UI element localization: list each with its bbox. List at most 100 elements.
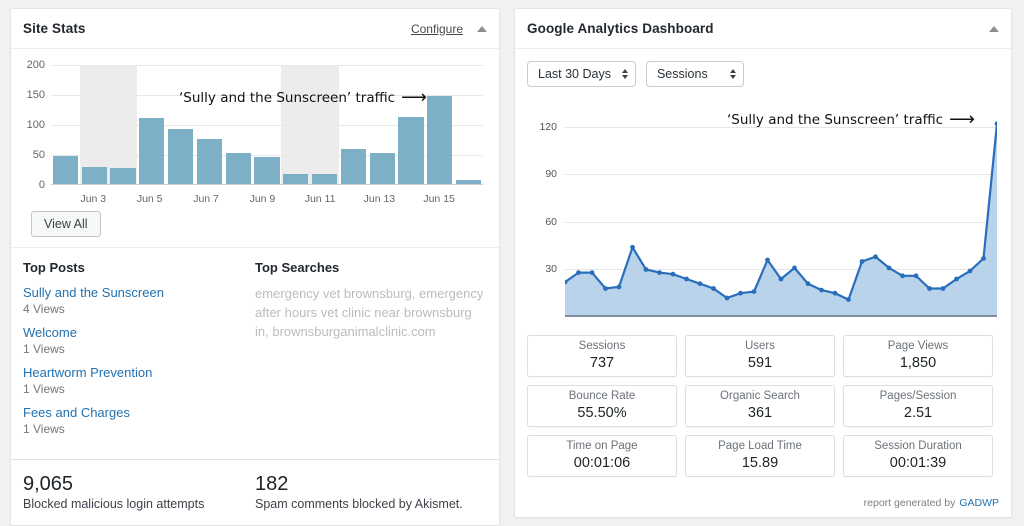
stepper-icon xyxy=(729,69,736,79)
data-point xyxy=(765,257,770,263)
gridline-0: 0 xyxy=(39,179,483,191)
data-point xyxy=(873,254,878,260)
metric-tile-value: 1,850 xyxy=(899,354,937,371)
top-posts-section: Top Posts Sully and the Sunscreen 4 Views… xyxy=(23,260,255,445)
top-post-link[interactable]: Fees and Charges xyxy=(23,405,255,420)
line-chart-plot-area: 120 90 60 30 xyxy=(539,111,997,317)
x-tick-label: Jun 15 xyxy=(423,193,455,205)
bar xyxy=(369,152,395,185)
top-posts-list: Sully and the Sunscreen 4 Views Welcome 1 V… xyxy=(23,285,255,436)
chevron-up-icon[interactable] xyxy=(989,25,999,32)
bar-slot xyxy=(51,65,80,185)
top-post-link[interactable]: Welcome xyxy=(23,325,255,340)
bar xyxy=(81,167,107,185)
y-tick-90: 90 xyxy=(545,168,557,181)
blocked-stats-row: 9,065 Blocked malicious login attempts 1… xyxy=(11,459,499,525)
top-post-link[interactable]: Heartworm Prevention xyxy=(23,365,255,380)
chevron-down-icon xyxy=(729,75,736,79)
dashboard-page: Site Stats Configure 200 150 100 50 0 Ju… xyxy=(0,0,1024,526)
metric-tile: Bounce Rate 55.50% xyxy=(527,385,677,427)
metric-tile-label: Page Views xyxy=(887,339,949,352)
bar xyxy=(398,117,424,185)
data-point xyxy=(913,273,919,279)
data-point xyxy=(643,267,649,272)
y-tick-60: 60 xyxy=(545,215,557,228)
metric-tile-value: 55.50% xyxy=(577,404,627,421)
metric-tile-label: Time on Page xyxy=(566,439,638,452)
bar-chart-x-axis xyxy=(51,184,483,185)
bar-chart-annotation-text: ‘Sully and the Sunscreen’ traffic xyxy=(179,90,396,106)
metric-tile: Sessions 737 xyxy=(527,335,677,377)
top-post-link[interactable]: Sully and the Sunscreen xyxy=(23,285,255,300)
data-point xyxy=(859,259,865,264)
data-point xyxy=(778,276,784,282)
data-point xyxy=(724,295,730,301)
metric-tile-label: Users xyxy=(744,339,776,352)
bar-slot xyxy=(137,65,166,185)
data-point xyxy=(589,270,595,275)
view-all-button[interactable]: View All xyxy=(31,211,101,237)
data-point xyxy=(940,286,946,291)
line-chart-annotation-text: ‘Sully and the Sunscreen’ traffic xyxy=(727,112,944,128)
data-point xyxy=(954,276,959,282)
data-point xyxy=(792,265,797,271)
blocked-logins-label: Blocked malicious login attempts xyxy=(23,497,205,511)
metric-tile: Time on Page 00:01:06 xyxy=(527,435,677,477)
top-post-views: 1 Views xyxy=(23,342,65,356)
x-tick-label: Jun 5 xyxy=(136,193,163,205)
arrow-right-icon: ⟶ xyxy=(949,109,975,130)
top-searches-section: Top Searches emergency vet brownsburg, e… xyxy=(255,260,487,445)
top-posts-title: Top Posts xyxy=(23,260,85,275)
line-chart-x-axis xyxy=(565,315,997,317)
data-point xyxy=(657,270,662,275)
sessions-line-chart: 120 90 60 30 ‘Sully and the Sunscreen’ t… xyxy=(527,101,999,323)
metric-tile-label: Session Duration xyxy=(874,439,962,452)
data-point xyxy=(738,290,743,296)
date-range-select[interactable]: Last 30 Days xyxy=(527,61,636,87)
site-stats-header: Site Stats Configure xyxy=(11,9,499,49)
top-searches-text: emergency vet brownsburg, emergency afte… xyxy=(255,286,484,339)
bar xyxy=(196,138,223,185)
google-analytics-body: Last 30 Days Sessions 120 90 60 30 ‘Sull… xyxy=(515,49,1011,487)
x-tick-label: Jun 3 xyxy=(80,193,107,205)
y-tick-100: 100 xyxy=(26,119,45,131)
metric-select[interactable]: Sessions xyxy=(645,61,744,87)
bar-slot xyxy=(109,65,138,185)
x-tick-label: Jun 13 xyxy=(363,193,396,205)
bar-series xyxy=(51,65,483,185)
data-point xyxy=(711,286,716,291)
blocked-spam-stat: 182 Spam comments blocked by Akismet. xyxy=(255,472,487,511)
data-point xyxy=(846,297,851,302)
line-chart-svg xyxy=(565,121,997,317)
top-post-views: 1 Views xyxy=(23,382,65,396)
bar xyxy=(427,95,453,185)
footer-text: report generated by xyxy=(863,497,956,509)
metric-tile-label: Page Load Time xyxy=(718,439,802,452)
top-post-views: 4 Views xyxy=(23,302,65,316)
y-tick-0: 0 xyxy=(38,179,45,191)
gadwp-link[interactable]: GADWP xyxy=(959,497,999,509)
metric-tile-value: 00:01:06 xyxy=(573,454,631,471)
view-all-wrapper: View All xyxy=(19,207,487,239)
bar-slot xyxy=(454,65,483,185)
x-tick-label xyxy=(107,193,135,205)
chevron-up-icon xyxy=(621,69,628,73)
y-tick-200: 200 xyxy=(26,59,45,71)
metric-tile: Page Views 1,850 xyxy=(843,335,993,377)
chevron-up-icon[interactable] xyxy=(477,25,487,32)
metric-tiles: Sessions 737 Users 591 Page Views 1,850 Bounce… xyxy=(527,335,999,477)
bar-chart-x-labels: Jun 3 Jun 5 Jun 7 Jun 9 Jun 11 Jun 13 Jun 15 xyxy=(51,193,483,205)
google-analytics-footer: report generated by GADWP xyxy=(515,487,1011,517)
data-point xyxy=(886,265,892,271)
right-column: Google Analytics Dashboard Last 30 Days xyxy=(514,8,1012,526)
left-column: Site Stats Configure 200 150 100 50 0 Ju… xyxy=(10,8,500,526)
bar xyxy=(225,152,251,185)
configure-link[interactable]: Configure xyxy=(411,22,463,36)
site-stats-panel: Site Stats Configure 200 150 100 50 0 Ju… xyxy=(10,8,500,526)
bar-slot xyxy=(339,65,368,185)
bar-slot xyxy=(224,65,253,185)
x-tick-label: Jun 7 xyxy=(193,193,219,205)
y-tick-150: 150 xyxy=(26,89,45,101)
bar xyxy=(340,149,367,185)
bar-slot xyxy=(397,65,426,185)
